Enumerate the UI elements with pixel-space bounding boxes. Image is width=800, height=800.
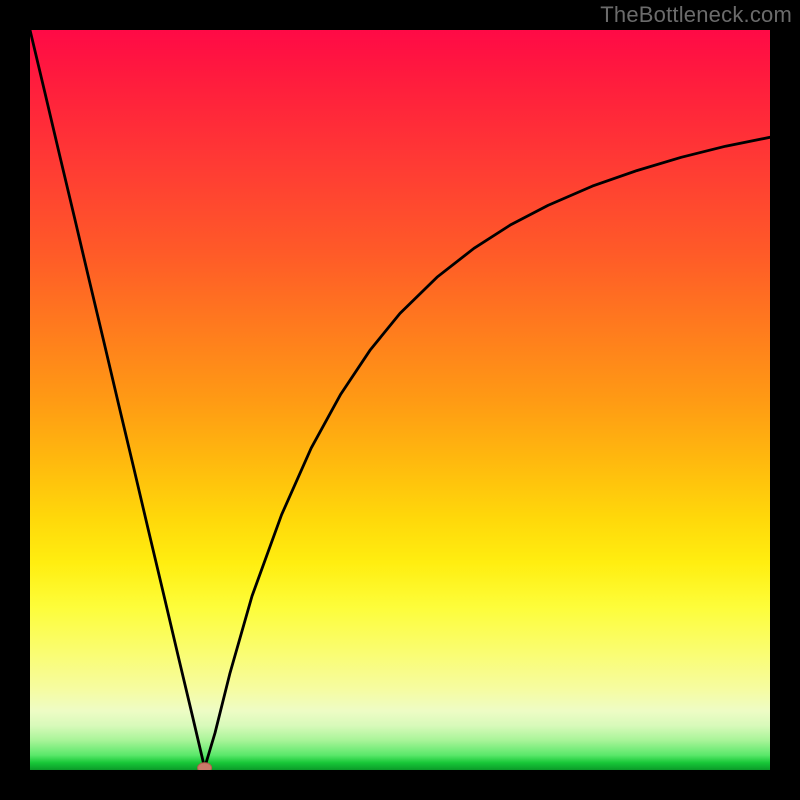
source-watermark: TheBottleneck.com bbox=[600, 2, 792, 28]
optimal-point-marker bbox=[198, 763, 212, 770]
chart-frame: TheBottleneck.com bbox=[0, 0, 800, 800]
curve-layer bbox=[30, 30, 770, 770]
plot-area bbox=[30, 30, 770, 770]
bottleneck-curve bbox=[30, 30, 770, 768]
